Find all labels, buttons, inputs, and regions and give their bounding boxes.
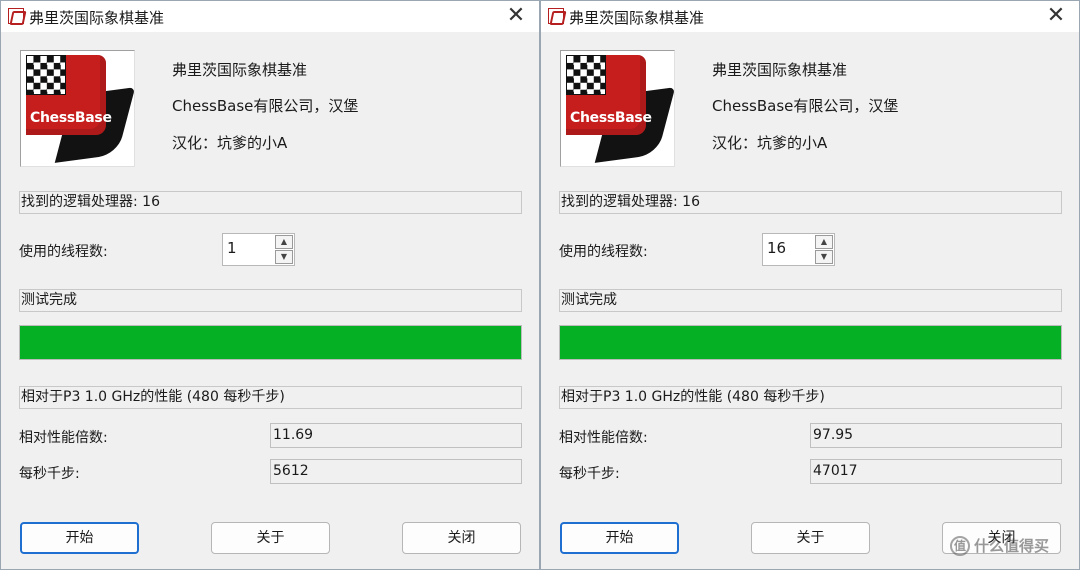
close-icon[interactable]: ✕ (499, 2, 533, 30)
watermark-text: 什么值得买 (974, 537, 1050, 555)
threads-value[interactable]: 1 (227, 239, 237, 257)
status-text: 测试完成 (19, 289, 522, 312)
benchmark-window-left: 弗里茨国际象棋基准 ✕ ChessBase 弗里茨国际象棋基准 ChessBas… (0, 0, 540, 570)
kilo-nodes-value: 5612 (270, 459, 522, 484)
product-name: 弗里茨国际象棋基准 (172, 61, 308, 79)
performance-reference-text: 相对于P3 1.0 GHz的性能 (480 每秒千步) (559, 386, 1062, 409)
about-button[interactable]: 关于 (751, 522, 870, 554)
close-icon[interactable]: ✕ (1039, 2, 1073, 30)
processors-found-text: 找到的逻辑处理器: 16 (559, 191, 1062, 214)
chessbase-app-icon (548, 8, 564, 24)
company-name: ChessBase有限公司，汉堡 (712, 97, 899, 115)
localization-credit: 汉化：坑爹的小A (172, 134, 288, 152)
threads-label: 使用的线程数: (559, 244, 648, 260)
start-button[interactable]: 开始 (560, 522, 679, 554)
threads-label: 使用的线程数: (19, 244, 108, 260)
chessbase-logo-icon: ChessBase (560, 50, 675, 167)
relative-factor-label: 相对性能倍数: (559, 430, 648, 446)
stepper-down-icon[interactable]: ▼ (815, 250, 833, 264)
product-name: 弗里茨国际象棋基准 (712, 61, 848, 79)
threads-stepper[interactable]: 1 ▲ ▼ (222, 233, 295, 266)
close-button[interactable]: 关闭 (402, 522, 521, 554)
relative-factor-value: 97.95 (810, 423, 1062, 448)
window-title: 弗里茨国际象棋基准 (569, 9, 705, 27)
chessbase-app-icon (8, 8, 24, 24)
processors-found-text: 找到的逻辑处理器: 16 (19, 191, 522, 214)
progress-bar (559, 325, 1062, 360)
progress-bar (19, 325, 522, 360)
about-button[interactable]: 关于 (211, 522, 330, 554)
logo-wordmark: ChessBase (30, 110, 112, 126)
title-bar[interactable]: 弗里茨国际象棋基准 ✕ (541, 1, 1079, 32)
progress-fill (560, 326, 1061, 359)
stepper-up-icon[interactable]: ▲ (275, 235, 293, 249)
start-button[interactable]: 开始 (20, 522, 139, 554)
title-bar[interactable]: 弗里茨国际象棋基准 ✕ (1, 1, 539, 32)
watermark-logo-icon: 值 (950, 536, 970, 556)
logo-wordmark: ChessBase (570, 110, 652, 126)
threads-stepper[interactable]: 16 ▲ ▼ (762, 233, 835, 266)
window-title: 弗里茨国际象棋基准 (29, 9, 165, 27)
stepper-up-icon[interactable]: ▲ (815, 235, 833, 249)
relative-factor-label: 相对性能倍数: (19, 430, 108, 446)
threads-value[interactable]: 16 (767, 239, 786, 257)
benchmark-window-right: 弗里茨国际象棋基准 ✕ ChessBase 弗里茨国际象棋基准 ChessBas… (540, 0, 1080, 570)
company-name: ChessBase有限公司，汉堡 (172, 97, 359, 115)
relative-factor-value: 11.69 (270, 423, 522, 448)
chessbase-logo-icon: ChessBase (20, 50, 135, 167)
performance-reference-text: 相对于P3 1.0 GHz的性能 (480 每秒千步) (19, 386, 522, 409)
status-text: 测试完成 (559, 289, 1062, 312)
stepper-down-icon[interactable]: ▼ (275, 250, 293, 264)
site-watermark: 值 什么值得买 (950, 533, 1074, 559)
progress-fill (20, 326, 521, 359)
kilo-nodes-value: 47017 (810, 459, 1062, 484)
kilo-nodes-label: 每秒千步: (559, 466, 620, 482)
localization-credit: 汉化：坑爹的小A (712, 134, 828, 152)
kilo-nodes-label: 每秒千步: (19, 466, 80, 482)
